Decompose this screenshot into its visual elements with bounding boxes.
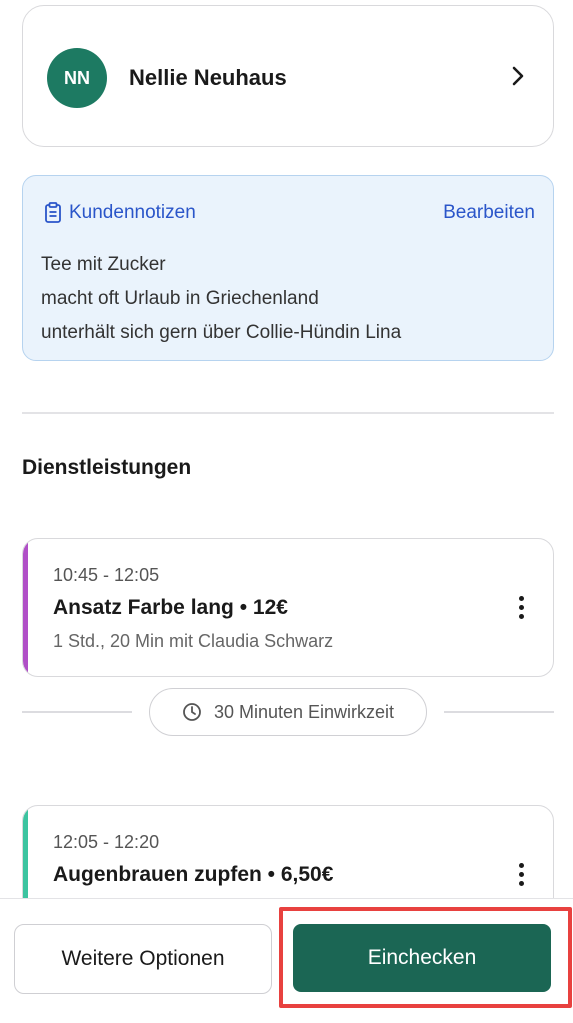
wait-time-label: 30 Minuten Einwirkzeit	[213, 701, 395, 722]
section-divider	[22, 412, 554, 414]
notes-title: Kundennotizen	[69, 202, 196, 223]
note-line: unterhält sich gern über Collie-Hündin L…	[41, 322, 402, 343]
bottom-action-bar: Weitere Optionen Einchecken	[0, 898, 573, 1023]
appointment-detail-screen: NN Nellie Neuhaus Kundennotizen Bearbeit…	[0, 0, 573, 1023]
more-options-button[interactable]: Weitere Optionen	[14, 924, 272, 994]
clipboard-icon	[45, 202, 61, 223]
checkin-button[interactable]: Einchecken	[293, 924, 551, 992]
service-meta: 1 Std., 20 Min mit Claudia Schwarz	[53, 631, 334, 651]
client-name: Nellie Neuhaus	[129, 65, 287, 90]
client-card[interactable]: NN Nellie Neuhaus	[22, 5, 554, 147]
customer-notes-card: Kundennotizen Bearbeiten Tee mit Zucker …	[22, 175, 554, 361]
avatar: NN	[47, 48, 107, 108]
services-title: Dienstleistungen	[22, 456, 192, 479]
notes-list: Tee mit Zucker macht oft Urlaub in Griec…	[41, 254, 401, 356]
service-time: 10:45 - 12:05	[53, 565, 160, 585]
wait-divider-right	[444, 711, 554, 713]
note-line: Tee mit Zucker	[41, 254, 166, 275]
more-vertical-icon[interactable]	[515, 596, 527, 622]
notes-edit-button[interactable]: Bearbeiten	[443, 202, 535, 224]
chevron-right-icon	[512, 66, 524, 86]
service-color-bar	[23, 539, 28, 676]
wait-time-pill: 30 Minuten Einwirkzeit	[149, 688, 427, 736]
more-vertical-icon[interactable]	[515, 863, 527, 889]
service-time: 12:05 - 12:20	[53, 832, 160, 852]
wait-divider-left	[22, 711, 132, 713]
note-line: macht oft Urlaub in Griechenland	[41, 288, 319, 309]
avatar-initials: NN	[64, 67, 90, 88]
service-title: Augenbrauen zupfen • 6,50€	[53, 863, 334, 886]
clock-icon	[183, 703, 201, 721]
service-title: Ansatz Farbe lang • 12€	[53, 596, 288, 619]
service-card[interactable]: 10:45 - 12:05 Ansatz Farbe lang • 12€ 1 …	[22, 538, 554, 677]
notes-header: Kundennotizen	[43, 202, 196, 224]
